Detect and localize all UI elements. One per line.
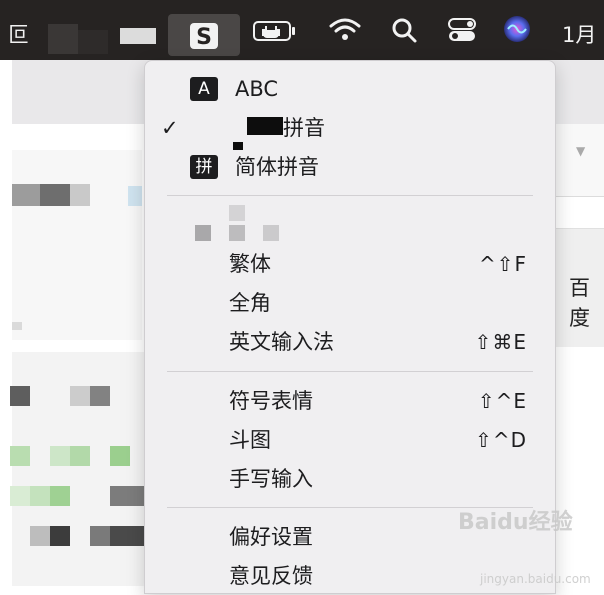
menu-item-label: ABC [235,77,279,101]
abc-source-icon: A [190,77,218,101]
input-method-sogou-icon: S [190,23,218,50]
menu-item-label: 意见反馈 [229,564,313,588]
menu-item-simplified-pinyin[interactable]: 拼 简体拼音 [145,148,555,186]
menu-separator [167,507,533,508]
checkmark-icon: ✓ [161,116,179,140]
spotlight-search-icon[interactable] [390,16,420,44]
watermark-url: jingyan.baidu.com [480,572,591,586]
menu-item-handwriting[interactable]: 手写输入 [145,460,555,498]
battery-charging-icon[interactable] [252,16,298,44]
menu-separator [167,195,533,196]
siri-icon[interactable] [502,14,532,44]
menu-item-pinyin[interactable]: ✓ 拼音 [145,109,555,150]
menubar-app-text: 叵 [8,23,29,47]
chevron-down-icon: ▼ [576,144,586,158]
menubar-blurred-item [78,30,108,54]
menu-bar: 叵 S 1月 [0,0,604,60]
menu-item-traditional[interactable]: 繁体 ^⇧F [145,245,555,283]
menu-item-label: 英文输入法 [229,330,334,354]
menu-separator [167,371,533,372]
menu-item-symbols-emoji[interactable]: 符号表情 ⇧^E [145,382,555,420]
menu-item-shortcut: ⇧⌘E [474,330,527,354]
background-dropdown-row: ▼ [556,124,604,197]
menu-item-label: 斗图 [229,428,271,452]
menu-item-label: 偏好设置 [229,525,313,549]
menu-item-label: 拼音 [283,116,325,140]
menu-item-label: 手写输入 [229,467,313,491]
menu-item-sticker[interactable]: 斗图 ⇧^D [145,421,555,459]
menu-item-label: 简体拼音 [235,155,319,179]
input-method-menu-button[interactable]: S [168,14,240,56]
menu-item-shortcut: ^⇧F [478,252,527,276]
menubar-clock[interactable]: 1月 [562,19,596,49]
redacted-block [247,117,283,135]
menu-item-fullwidth[interactable]: 全角 [145,284,555,322]
menu-item-shortcut: ⇧^E [477,389,527,413]
pinyin-source-icon: 拼 [190,155,218,179]
control-center-icon[interactable] [446,16,478,44]
watermark-logo: Baidu经验 [458,510,573,535]
svg-text:S: S [196,25,212,50]
menu-item-label: 繁体 [229,252,271,276]
menu-item-label: 符号表情 [229,389,313,413]
menu-item-label: 全角 [229,291,271,315]
background-panel-text: 百度 [569,276,590,330]
menu-item-abc[interactable]: A ABC [145,70,555,108]
menu-item-english-input[interactable]: 英文输入法 ⇧⌘E [145,323,555,361]
menubar-status-item[interactable] [120,28,156,44]
menu-item-shortcut: ⇧^D [475,428,527,452]
background-window-edge [0,60,12,594]
wifi-icon[interactable] [328,16,362,44]
menubar-blurred-item [48,24,78,54]
